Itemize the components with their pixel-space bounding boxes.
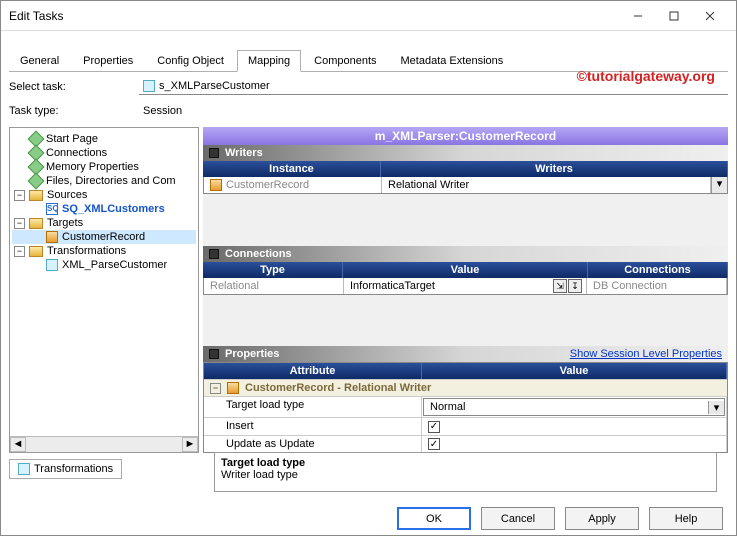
watermark: ©tutorialgateway.org	[577, 68, 715, 84]
checkbox-checked-icon[interactable]: ✓	[428, 438, 440, 450]
description-title: Target load type	[221, 457, 710, 469]
task-type-row: Task type: Session	[1, 101, 736, 121]
dropdown-icon[interactable]: ▾	[711, 177, 727, 193]
collapse-icon[interactable]	[209, 349, 219, 359]
tree-files-dirs[interactable]: Files, Directories and Com	[12, 174, 196, 188]
collapse-icon[interactable]: −	[14, 190, 25, 201]
writers-row[interactable]: CustomerRecord Relational Writer ▾	[203, 177, 728, 194]
tab-config-object[interactable]: Config Object	[146, 50, 235, 71]
prop-insert[interactable]: Insert ✓	[204, 417, 727, 435]
tab-components[interactable]: Components	[303, 50, 387, 71]
tab-general[interactable]: General	[9, 50, 70, 71]
scroll-right-icon[interactable]: ►	[182, 437, 198, 452]
col-type: Type	[203, 262, 343, 278]
conn-type: Relational	[204, 278, 344, 294]
apply-button[interactable]: Apply	[565, 507, 639, 530]
prop-update-as-update[interactable]: Update as Update ✓	[204, 435, 727, 453]
collapse-icon[interactable]: −	[14, 218, 25, 229]
tree-source-item[interactable]: SQSQ_XMLCustomers	[12, 202, 196, 216]
page-icon	[28, 173, 45, 190]
writers-columns: Instance Writers	[203, 161, 728, 177]
folder-icon	[29, 218, 43, 229]
transformations-tab-button[interactable]: Transformations	[9, 459, 122, 479]
conn-edit-button[interactable]: ↧	[568, 279, 582, 293]
dialog-buttons: OK Cancel Apply Help	[397, 507, 723, 530]
properties-section-header: Properties Show Session Level Properties	[203, 346, 728, 362]
task-type-value: Session	[143, 105, 182, 117]
window-title: Edit Tasks	[9, 9, 620, 23]
title-bar: Edit Tasks	[1, 1, 736, 31]
tree-target-item[interactable]: CustomerRecord	[12, 230, 196, 244]
col-attribute: Attribute	[204, 363, 422, 379]
details-pane: m_XMLParser:CustomerRecord Writers Insta…	[203, 127, 728, 453]
tree-hscroll[interactable]: ◄ ►	[10, 436, 198, 452]
writers-section-header: Writers	[203, 145, 728, 161]
folder-icon	[29, 190, 43, 201]
writers-writer: Relational Writer	[382, 177, 711, 193]
tree-memory-properties[interactable]: Memory Properties	[12, 160, 196, 174]
connections-columns: Type Value Connections	[203, 262, 728, 278]
collapse-icon[interactable]	[209, 148, 219, 158]
col-connections: Connections	[588, 262, 728, 278]
prop-target-load-type[interactable]: Target load type Normal ▾	[204, 396, 727, 417]
target-icon	[210, 179, 222, 191]
scroll-left-icon[interactable]: ◄	[10, 437, 26, 452]
close-button[interactable]	[692, 2, 728, 30]
description-body: Writer load type	[221, 469, 710, 481]
maximize-button[interactable]	[656, 2, 692, 30]
props-group-header[interactable]: − CustomerRecord - Relational Writer	[204, 379, 727, 396]
dropdown-icon[interactable]: ▾	[708, 401, 724, 414]
tab-mapping[interactable]: Mapping	[237, 50, 301, 72]
conn-connections: DB Connection	[587, 278, 727, 294]
minimize-button[interactable]	[620, 2, 656, 30]
target-icon	[227, 382, 239, 394]
ok-button[interactable]: OK	[397, 507, 471, 530]
tree-xform-item[interactable]: XML_ParseCustomer	[12, 258, 196, 272]
prop-target-load-value: Normal	[424, 399, 708, 415]
collapse-icon[interactable]: −	[210, 383, 221, 394]
cancel-button[interactable]: Cancel	[481, 507, 555, 530]
tab-properties[interactable]: Properties	[72, 50, 144, 71]
select-task-value: s_XMLParseCustomer	[159, 80, 270, 92]
mapping-header: m_XMLParser:CustomerRecord	[203, 127, 728, 145]
tree-sources[interactable]: −Sources	[12, 188, 196, 202]
connections-row[interactable]: Relational InformaticaTarget ⇲ ↧ DB Conn…	[203, 278, 728, 295]
task-type-label: Task type:	[9, 105, 139, 117]
conn-browse-button[interactable]: ⇲	[553, 279, 567, 293]
folder-icon	[29, 246, 43, 257]
conn-value: InformaticaTarget	[350, 280, 435, 292]
collapse-icon[interactable]: −	[14, 246, 25, 257]
select-task-label: Select task:	[9, 81, 139, 93]
target-icon	[46, 231, 58, 243]
transformations-icon	[18, 463, 30, 475]
properties-grid: Attribute Value − CustomerRecord - Relat…	[203, 362, 728, 453]
col-instance: Instance	[203, 161, 381, 177]
tree-targets[interactable]: −Targets	[12, 216, 196, 230]
checkbox-checked-icon[interactable]: ✓	[428, 421, 440, 433]
tab-row: General Properties Config Object Mapping…	[1, 31, 736, 71]
connections-section-header: Connections	[203, 246, 728, 262]
sq-icon: SQ	[46, 203, 58, 215]
tree-start-page[interactable]: Start Page	[12, 132, 196, 146]
col-value: Value	[422, 363, 727, 379]
collapse-icon[interactable]	[209, 249, 219, 259]
navigation-tree: Start Page Connections Memory Properties…	[9, 127, 199, 453]
description-box: Target load type Writer load type	[214, 452, 717, 492]
session-icon	[143, 80, 155, 92]
xform-icon	[46, 259, 58, 271]
show-session-level-link[interactable]: Show Session Level Properties	[570, 348, 722, 360]
col-value: Value	[343, 262, 588, 278]
tree-transformations[interactable]: −Transformations	[12, 244, 196, 258]
tree-connections[interactable]: Connections	[12, 146, 196, 160]
help-button[interactable]: Help	[649, 507, 723, 530]
col-writers: Writers	[381, 161, 728, 177]
tab-metadata-extensions[interactable]: Metadata Extensions	[390, 50, 515, 71]
writers-instance: CustomerRecord	[226, 179, 309, 191]
